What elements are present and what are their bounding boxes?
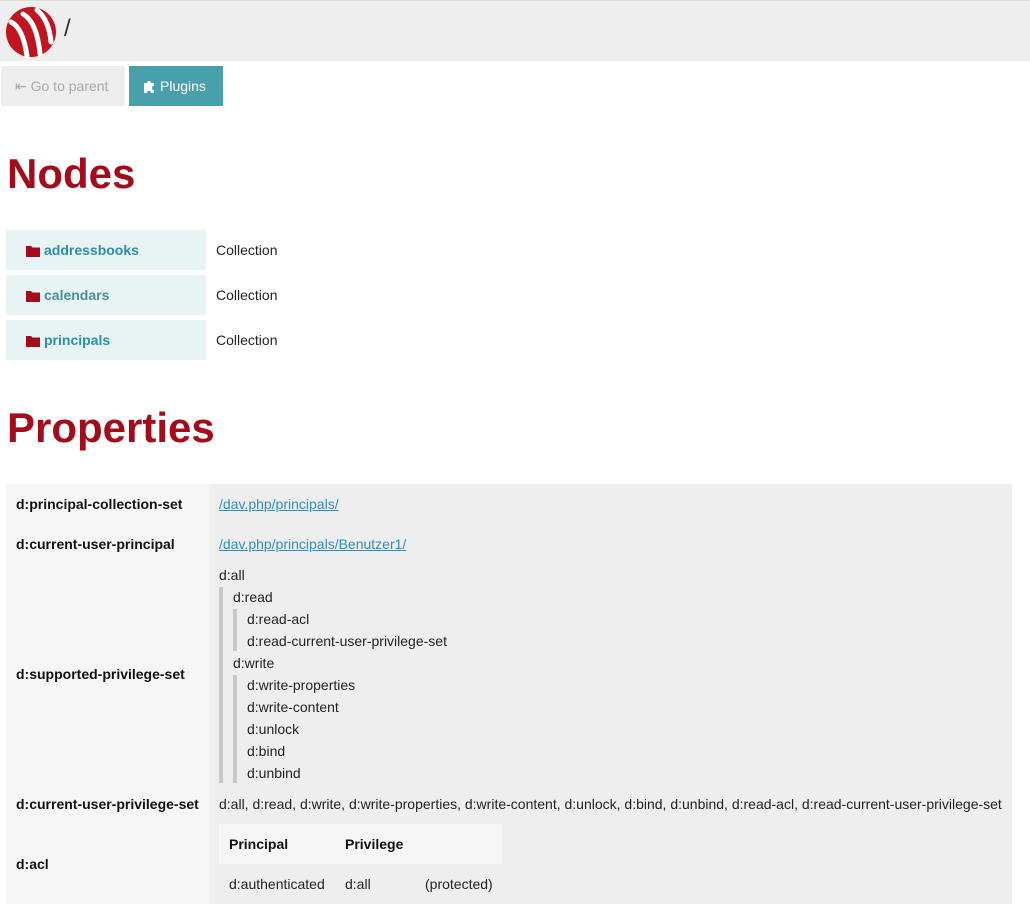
plugins-button[interactable]: Plugins: [129, 66, 223, 106]
current-path: /: [64, 15, 71, 42]
acl-header-privilege: Privilege: [345, 836, 404, 852]
property-name: d:current-user-principal: [16, 536, 175, 552]
property-value: /dav.php/principals/: [219, 496, 339, 512]
app-logo-icon: [6, 7, 56, 58]
folder-icon: [26, 291, 40, 302]
privilege-write: d:write: [233, 655, 275, 671]
nodes-heading: Nodes: [7, 150, 136, 197]
acl-principal: d:authenticated: [229, 876, 325, 892]
node-link-principals[interactable]: principals: [6, 320, 206, 360]
privilege-item: d:write-content: [247, 699, 339, 715]
node-link-calendars[interactable]: calendars: [6, 275, 206, 315]
node-name-label: calendars: [44, 287, 110, 303]
privilege-root: d:all: [219, 567, 245, 583]
current-user-principal-link[interactable]: /dav.php/principals/Benutzer1/: [219, 536, 406, 552]
node-type: Collection: [216, 287, 278, 303]
node-name-label: principals: [44, 332, 111, 348]
top-bar: /: [0, 0, 1030, 61]
privilege-item: d:unlock: [247, 721, 300, 737]
node-name-label: addressbooks: [44, 242, 139, 258]
tree-indent-line: [233, 675, 237, 783]
property-name: d:supported-privilege-set: [16, 666, 185, 682]
property-value: /dav.php/principals/Benutzer1/: [219, 536, 406, 552]
properties-heading: Properties: [7, 404, 215, 451]
principal-collection-link[interactable]: /dav.php/principals/: [219, 496, 339, 512]
node-type: Collection: [216, 332, 278, 348]
privilege-item: d:read-acl: [247, 611, 310, 627]
property-name: d:acl: [16, 856, 49, 872]
acl-privilege: d:all: [345, 876, 371, 892]
privilege-item: d:unbind: [247, 765, 301, 781]
plugins-button-label: Plugins: [160, 78, 206, 94]
tree-indent-line: [233, 609, 237, 651]
node-type: Collection: [216, 242, 278, 258]
privilege-read: d:read: [233, 589, 273, 605]
property-value: d:all, d:read, d:write, d:write-properti…: [219, 796, 1002, 812]
go-to-parent-button[interactable]: ⇤ Go to parent: [1, 66, 125, 106]
folder-icon: [26, 246, 40, 257]
folder-icon: [26, 336, 40, 347]
tree-indent-line: [219, 587, 223, 783]
privilege-item: d:bind: [247, 743, 286, 759]
node-link-addressbooks[interactable]: addressbooks: [6, 230, 206, 270]
acl-header-principal: Principal: [229, 836, 289, 852]
puzzle-icon: [144, 81, 154, 93]
property-name: d:current-user-privilege-set: [16, 796, 199, 812]
property-name: d:principal-collection-set: [16, 496, 183, 512]
privilege-item: d:read-current-user-privilege-set: [247, 633, 447, 649]
privilege-item: d:write-properties: [247, 677, 356, 693]
acl-note: (protected): [425, 876, 493, 892]
